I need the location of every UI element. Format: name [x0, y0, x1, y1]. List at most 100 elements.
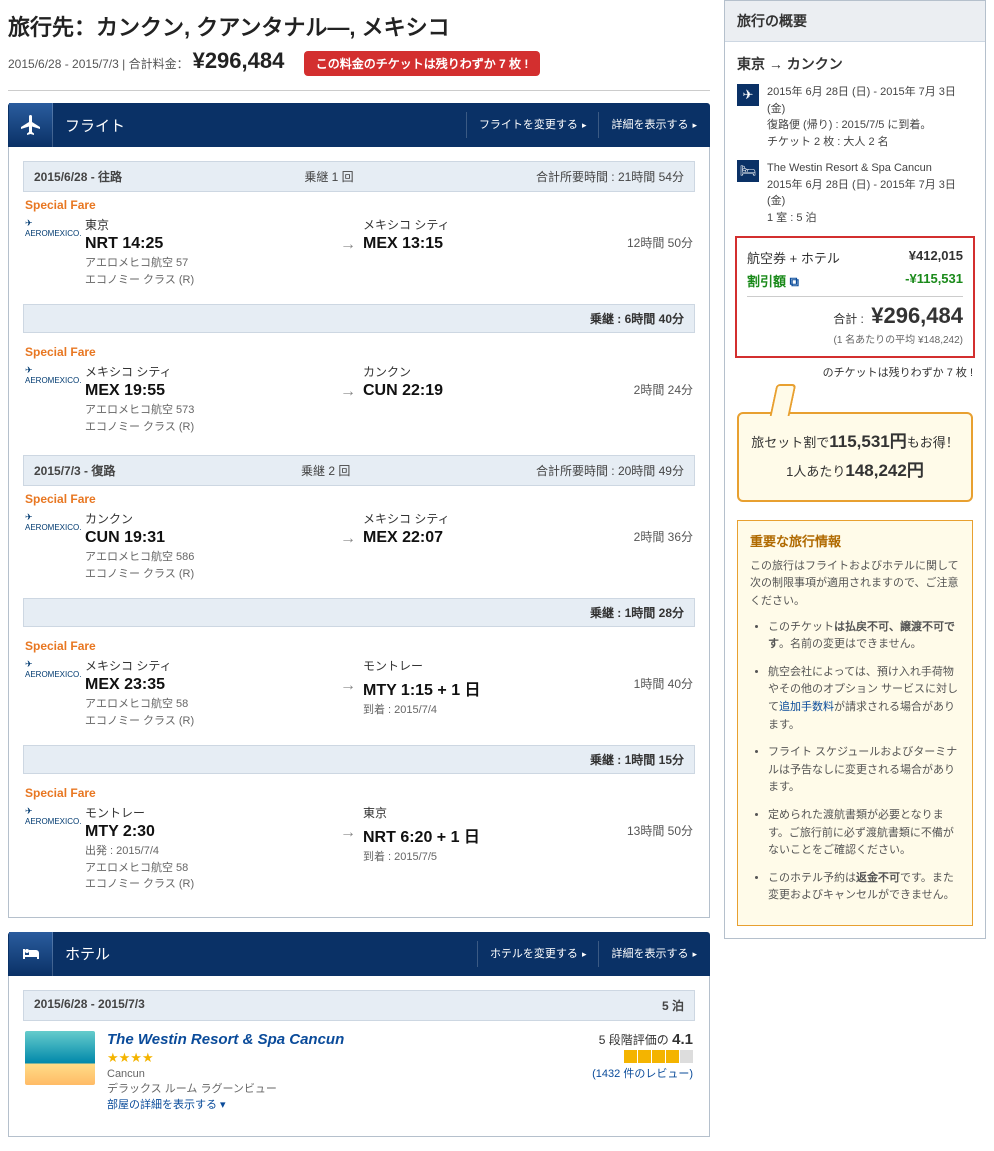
summary-hotel-dates: 2015年 6月 28日 (日) - 2015年 7月 3日 (金)	[767, 177, 973, 210]
cabin-class: エコノミー クラス (R)	[85, 419, 333, 436]
low-availability-badge: この料金のチケットは残りわずか 7 枚 !	[304, 51, 541, 76]
change-hotel-button[interactable]: ホテルを変更する	[477, 941, 599, 967]
important-item: 航空会社によっては、預け入れ手荷物やその他のオプション サービスに対して追加手数…	[768, 664, 960, 734]
to-city: モントレー	[363, 657, 611, 674]
arrival-date: 到着 : 2015/7/4	[363, 702, 611, 719]
important-heading: 重要な旅行情報	[750, 531, 960, 550]
return-stops: 乗継 2 回	[115, 462, 536, 479]
flight-section-title: フライト	[53, 115, 466, 136]
page-header: 旅行先：カンクン, クアンタナル―, メキシコ 2015/6/28 - 2015…	[8, 0, 710, 91]
hotel-dates: 2015/6/28 - 2015/7/3	[34, 997, 145, 1014]
special-fare-label: Special Fare	[23, 339, 695, 359]
airline-logo: AEROMEXICO.	[25, 657, 85, 679]
airline-logo: AEROMEXICO.	[25, 510, 85, 532]
to-city: カンクン	[363, 363, 611, 380]
reviews-link[interactable]: (1432 件のレビュー)	[592, 1065, 693, 1081]
outbound-duration: 合計所要時間 : 21時間 54分	[536, 168, 684, 185]
summary-heading: 旅行の概要	[725, 1, 985, 42]
rating-bars	[592, 1050, 693, 1063]
room-detail-link[interactable]: 部屋の詳細を表示する	[107, 1096, 580, 1112]
rating-value: 4.1	[672, 1031, 693, 1048]
summary-hotel-name: The Westin Resort & Spa Cancun	[767, 160, 973, 177]
summary-flight-dates: 2015年 6月 28日 (日) - 2015年 7月 3日 (金)	[767, 84, 973, 117]
bed-icon	[9, 932, 53, 976]
from-city: カンクン	[85, 510, 333, 527]
flight-segment: AEROMEXICO. メキシコ シティ MEX 19:55 アエロメヒコ航空 …	[23, 359, 695, 445]
special-fare-label: Special Fare	[23, 486, 695, 506]
room-type: デラックス ルーム ラグーンビュー	[107, 1080, 580, 1096]
to-city: メキシコ シティ	[363, 216, 611, 233]
outbound-header: 2015/6/28 - 往路 乗継 1 回 合計所要時間 : 21時間 54分	[23, 161, 695, 192]
summary-hotel-item: 🛏 The Westin Resort & Spa Cancun 2015年 6…	[737, 160, 973, 226]
total-price: ¥296,484	[193, 48, 285, 73]
total-label: 合計料金：	[129, 57, 189, 71]
savings-amount: 115,531円	[829, 432, 907, 451]
flight-section-bar: フライト フライトを変更する 詳細を表示する	[8, 103, 710, 147]
special-fare-label: Special Fare	[23, 780, 695, 800]
flight-number: アエロメヒコ航空 573	[85, 402, 333, 419]
layover-time: 乗継 : 1時間 28分	[590, 606, 684, 620]
outbound-stops: 乗継 1 回	[122, 168, 536, 185]
return-duration: 合計所要時間 : 20時間 49分	[536, 462, 684, 479]
flight-number: アエロメヒコ航空 586	[85, 549, 333, 566]
grand-total-label: 合計 :	[833, 312, 864, 326]
to-city: 東京	[363, 804, 611, 821]
summary-return-arrival: 復路便 (帰り) : 2015/7/5 に到着。	[767, 117, 973, 134]
flight-detail-button[interactable]: 詳細を表示する	[598, 112, 709, 138]
hotel-nights: 5 泊	[662, 999, 684, 1013]
layover-bar: 乗継 : 1時間 28分	[23, 598, 695, 627]
savings-callout: 旅セット割で115,531円もお得！ 1人あたり148,242円	[737, 412, 973, 502]
arrival-date: 到着 : 2015/7/5	[363, 849, 611, 866]
flight-segment: AEROMEXICO. カンクン CUN 19:31 アエロメヒコ航空 586エ…	[23, 506, 695, 592]
important-intro: この旅行はフライトおよびホテルに関して次の制限事項が適用されますので、ご注意くだ…	[750, 558, 960, 611]
segment-duration: 13時間 50分	[611, 804, 693, 839]
destination: カンクン, クアンタナル―, メキシコ	[96, 15, 450, 40]
discount-value: -¥115,531	[905, 271, 963, 290]
discount-label: 割引額	[747, 274, 786, 289]
plane-icon	[9, 103, 53, 147]
hotel-body: The Westin Resort & Spa Cancun ★★★★ Canc…	[23, 1021, 695, 1122]
flight-number: アエロメヒコ航空 58	[85, 860, 333, 877]
important-item: このホテル予約は返金不可です。また変更およびキャンセルができません。	[768, 870, 960, 905]
to-code-time: MEX 13:15	[363, 235, 611, 253]
change-flight-button[interactable]: フライトを変更する	[466, 112, 599, 138]
hotel-location: Cancun	[107, 1068, 580, 1080]
dest-prefix: 旅行先：	[8, 15, 96, 40]
summary-route: 東京 → カンクン	[737, 54, 973, 74]
departure-date: 出発 : 2015/7/4	[85, 843, 333, 860]
from-city: メキシコ シティ	[85, 657, 333, 674]
price-breakdown-box: 航空券 + ホテル ¥412,015 割引額 ⧉ -¥115,531 合計 : …	[735, 236, 975, 358]
external-link-icon[interactable]: ⧉	[790, 274, 799, 289]
cabin-class: エコノミー クラス (R)	[85, 566, 333, 583]
from-code-time: MEX 19:55	[85, 382, 333, 400]
airline-logo: AEROMEXICO.	[25, 363, 85, 385]
to-code-time: CUN 22:19	[363, 382, 611, 400]
segment-duration: 1時間 40分	[611, 657, 693, 692]
flight-segment: AEROMEXICO. モントレー MTY 2:30 出発 : 2015/7/4…	[23, 800, 695, 903]
per-person-amount: 148,242円	[845, 461, 923, 480]
summary-flight-item: ✈ 2015年 6月 28日 (日) - 2015年 7月 3日 (金) 復路便…	[737, 84, 973, 150]
layover-bar: 乗継 : 6時間 40分	[23, 304, 695, 333]
return-date: 2015/7/3 - 復路	[34, 462, 115, 479]
flight-number: アエロメヒコ航空 58	[85, 696, 333, 713]
important-item: このチケットは払戻不可、譲渡不可です。名前の変更はできません。	[768, 619, 960, 654]
important-info-box: 重要な旅行情報 この旅行はフライトおよびホテルに関して次の制限事項が適用されます…	[737, 520, 973, 926]
from-city: 東京	[85, 216, 333, 233]
hotel-detail-button[interactable]: 詳細を表示する	[598, 941, 709, 967]
arrow-icon: →	[333, 216, 363, 254]
summary-room-nights: 1 室 : 5 泊	[767, 210, 973, 227]
layover-time: 乗継 : 1時間 15分	[590, 753, 684, 767]
segment-duration: 12時間 50分	[611, 216, 693, 251]
from-city: モントレー	[85, 804, 333, 821]
flight-hotel-price: ¥412,015	[909, 248, 963, 267]
plane-icon: ✈	[737, 84, 759, 106]
to-city: メキシコ シティ	[363, 510, 611, 527]
airline-logo: AEROMEXICO.	[25, 804, 85, 826]
hotel-name-link[interactable]: The Westin Resort & Spa Cancun	[107, 1031, 580, 1048]
from-code-time: MTY 2:30	[85, 823, 333, 841]
important-item: 定められた渡航書類が必要となります。ご旅行前に必ず渡航書類に不備がないことをご確…	[768, 807, 960, 860]
extra-fee-link[interactable]: 追加手数料	[779, 701, 834, 713]
rating-scale-label: 5 段階評価の	[599, 1033, 672, 1047]
trip-dates: 2015/6/28 - 2015/7/3	[8, 57, 119, 71]
flight-segment: AEROMEXICO. メキシコ シティ MEX 23:35 アエロメヒコ航空 …	[23, 653, 695, 739]
